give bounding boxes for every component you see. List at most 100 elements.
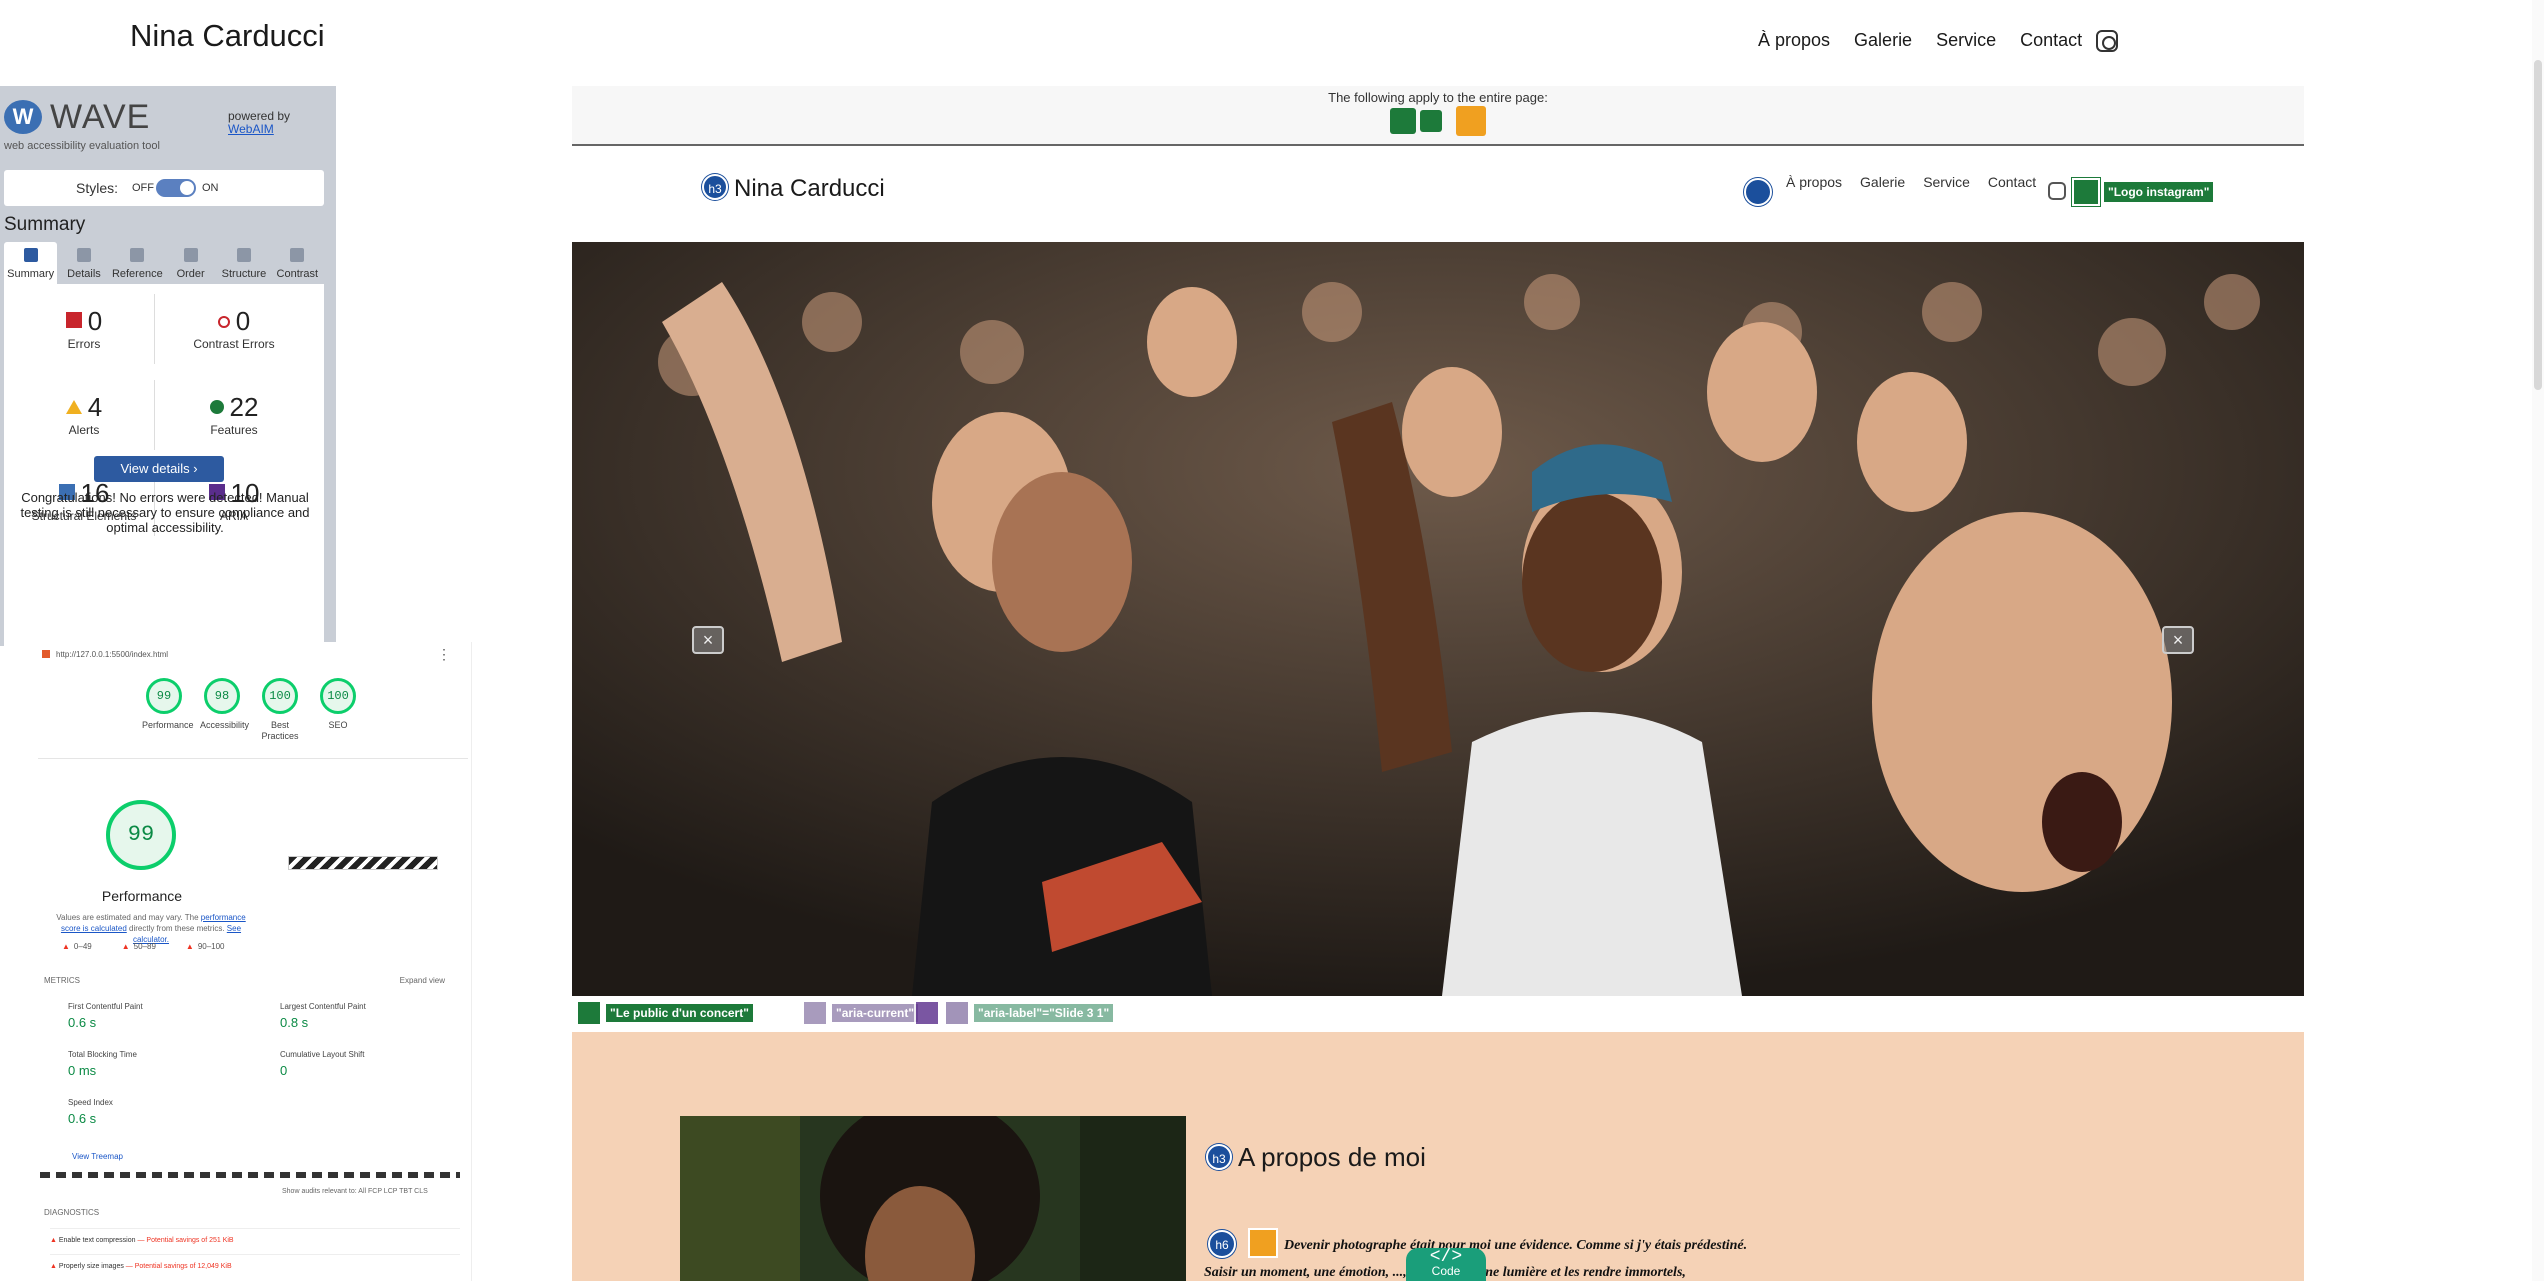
score-performance[interactable]: 99 Performance xyxy=(142,678,194,731)
filmstrip xyxy=(40,1172,460,1178)
inner-nav-a-propos[interactable]: À propos xyxy=(1786,174,1842,190)
stat-alerts[interactable]: 4 Alerts xyxy=(14,392,154,437)
about-line: Devenir photographe était pour moi une é… xyxy=(1284,1238,1748,1253)
wave-tabs: Summary Details Reference Order Structur… xyxy=(4,242,324,284)
stat-errors[interactable]: 0 Errors xyxy=(14,306,154,351)
code-icon: </> xyxy=(1429,1247,1463,1267)
aria-current-tag[interactable]: "aria-current" xyxy=(802,1000,919,1026)
code-label: Code xyxy=(1431,1264,1461,1278)
page-screenshot-thumbnail[interactable] xyxy=(288,856,438,870)
metric-tbt: Total Blocking Time 0 ms xyxy=(68,1050,248,1078)
diag-saving: — Potential savings of 12,049 KiB xyxy=(125,1263,232,1270)
aria-icon xyxy=(802,1000,828,1026)
alt-text-tag[interactable]: "Logo instagram" xyxy=(2072,178,2214,206)
metric-label: First Contentful Paint xyxy=(68,1002,143,1011)
stat-contrast[interactable]: 0 Contrast Errors xyxy=(164,306,304,351)
alt-text-label: "Le public d'un concert" xyxy=(606,1004,753,1022)
metric-speed-index: Speed Index 0.6 s xyxy=(68,1098,248,1126)
stat-features[interactable]: 22 Features xyxy=(164,392,304,437)
about-paragraph: Devenir photographe était pour moi une é… xyxy=(1204,1232,1904,1281)
nav-item-service[interactable]: Service xyxy=(1936,30,1996,51)
about-heading: h3 A propos de moi xyxy=(1206,1142,1426,1173)
styles-toggle[interactable] xyxy=(156,179,196,197)
metric-label: Total Blocking Time xyxy=(68,1050,137,1059)
tab-structure[interactable]: Structure xyxy=(217,242,270,284)
site-title[interactable]: Nina Carducci xyxy=(130,18,325,54)
inner-nav-service[interactable]: Service xyxy=(1923,174,1970,190)
webaim-link[interactable]: WebAIM xyxy=(228,122,274,136)
site-header: Nina Carducci À propos Galerie Service C… xyxy=(0,0,2544,80)
metric-label: Largest Contentful Paint xyxy=(280,1002,366,1011)
wave-subtitle: web accessibility evaluation tool xyxy=(4,140,160,152)
skip-link-icon[interactable] xyxy=(1420,110,1442,132)
portrait-image xyxy=(680,1116,1186,1281)
tab-summary[interactable]: Summary xyxy=(4,242,58,284)
inner-site-title[interactable]: h3 Nina Carducci xyxy=(702,174,885,203)
score-best-practices[interactable]: 100 Best Practices xyxy=(258,678,302,742)
legend-average: 50–89 xyxy=(122,942,156,951)
features-label: Features xyxy=(210,423,258,437)
inner-nav: À propos Galerie Service Contact xyxy=(1786,174,2036,190)
diag-name: Properly size images xyxy=(58,1263,124,1270)
score-seo[interactable]: 100 SEO xyxy=(316,678,360,731)
wave-powered-by: powered by WebAIM xyxy=(228,110,290,136)
tab-details[interactable]: Details xyxy=(57,242,110,284)
metrics-heading: METRICS xyxy=(44,976,80,985)
legend-fail: 0–49 xyxy=(62,942,92,951)
instagram-icon[interactable] xyxy=(2096,30,2118,52)
inner-instagram-icon[interactable] xyxy=(2048,182,2066,200)
tab-reference[interactable]: Reference xyxy=(111,242,164,284)
tab-order[interactable]: Order xyxy=(164,242,217,284)
view-details-button[interactable]: View details › xyxy=(94,456,224,482)
contrast-count: 0 xyxy=(235,306,251,336)
styles-on-label: ON xyxy=(202,182,219,194)
summary-title: Summary xyxy=(4,214,86,235)
aria-label-text: "aria-label"="Slide 3 1" xyxy=(974,1004,1114,1022)
heading-badge-icon[interactable]: h3 xyxy=(702,174,728,200)
list-icon[interactable] xyxy=(1744,178,1772,206)
score-accessibility[interactable]: 98 Accessibility xyxy=(200,678,249,731)
divider xyxy=(154,294,155,364)
diag-name: Enable text compression xyxy=(58,1237,136,1244)
score-value: 100 xyxy=(262,678,298,714)
alt-text-icon xyxy=(2072,178,2100,206)
score-value: 98 xyxy=(204,678,240,714)
scrollbar[interactable] xyxy=(2532,0,2544,1281)
performance-note: Values are estimated and may vary. The p… xyxy=(46,912,256,945)
styles-off-label: OFF xyxy=(132,182,154,194)
nav-item-contact[interactable]: Contact xyxy=(2020,30,2082,51)
alerts-count: 4 xyxy=(87,392,103,422)
performance-title: Performance xyxy=(101,888,183,904)
aria-label-tag[interactable]: "aria-label"="Slide 3 1" xyxy=(914,1000,1114,1026)
feature-icon xyxy=(209,400,224,414)
diag-saving: — Potential savings of 251 KiB xyxy=(137,1237,234,1244)
note-text: Values are estimated and may vary. The xyxy=(56,913,201,922)
inner-nav-contact[interactable]: Contact xyxy=(1988,174,2036,190)
expand-view-link[interactable]: Expand view xyxy=(400,976,445,985)
performance-gauge: 99 xyxy=(106,800,176,870)
tab-contrast[interactable]: Contrast xyxy=(271,242,324,284)
divider xyxy=(38,758,468,759)
carousel-prev-icon[interactable] xyxy=(692,626,724,654)
diagnostic-item[interactable]: Enable text compression — Potential savi… xyxy=(50,1228,460,1244)
diagnostic-item[interactable]: Properly size images — Potential savings… xyxy=(50,1254,460,1270)
view-treemap-button[interactable]: View Treemap xyxy=(72,1152,123,1161)
lighthouse-url: http://127.0.0.1:5500/index.html xyxy=(42,650,168,659)
more-options-icon[interactable]: ⋮ xyxy=(437,646,451,663)
error-icon xyxy=(65,312,82,328)
nav-item-galerie[interactable]: Galerie xyxy=(1854,30,1912,51)
inner-nav-galerie[interactable]: Galerie xyxy=(1860,174,1905,190)
wave-tags-row: "Le public d'un concert" "aria-current" … xyxy=(572,996,2304,1032)
alert-icon[interactable] xyxy=(1456,106,1486,136)
aria-label-icon xyxy=(914,1000,940,1026)
score-label: Best Practices xyxy=(261,720,299,741)
carousel-next-icon[interactable] xyxy=(2162,626,2194,654)
features-count: 22 xyxy=(229,392,259,422)
heading-badge-icon[interactable]: h3 xyxy=(1206,1144,1232,1170)
language-icon[interactable] xyxy=(1390,108,1416,134)
show-audits-filter[interactable]: Show audits relevant to: All FCP LCP TBT… xyxy=(282,1188,428,1195)
metric-value: 0 xyxy=(280,1063,288,1078)
nav-item-a-propos[interactable]: À propos xyxy=(1758,30,1830,51)
alt-text-tag[interactable]: "Le public d'un concert" xyxy=(576,1000,753,1026)
code-toggle-button[interactable]: </> Code xyxy=(1406,1248,1486,1281)
